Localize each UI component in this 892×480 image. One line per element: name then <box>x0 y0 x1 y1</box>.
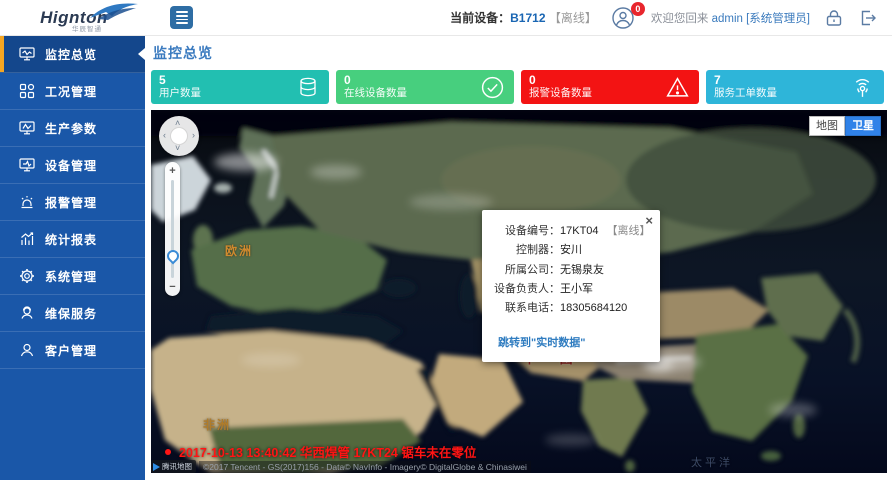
sidebar-item-label: 设备管理 <box>45 157 97 174</box>
current-device-status: 当前设备：B1712 【离线】 <box>450 9 597 26</box>
sidebar-item-label: 统计报表 <box>45 231 97 248</box>
welcome-message: 欢迎您回来 admin [系统管理员] <box>651 10 810 26</box>
sidebar-item-label: 维保服务 <box>45 305 97 322</box>
check-circle-icon <box>480 75 505 105</box>
sidebar-item-working-condition[interactable]: 工况管理 <box>0 73 145 110</box>
sidebar-nav: 监控总览 工况管理 生产参数 设备管理 报警管理 <box>0 36 145 480</box>
alarm-ticker: 2017-10-13 13:40:42 华西焊管 17KT24 锯车未在零位 <box>165 442 476 461</box>
header-right-area: 当前设备：B1712 【离线】 0 欢迎您回来 admin [系统管理员] <box>450 6 892 30</box>
zoom-slider-thumb[interactable] <box>164 248 181 265</box>
map-view-button[interactable]: 地图 <box>809 116 845 136</box>
popup-row-controller: 控制器： 安川 <box>490 241 650 260</box>
alarm-ticker-text: 2017-10-13 13:40:42 华西焊管 17KT24 锯车未在零位 <box>179 442 476 461</box>
alarm-icon <box>18 194 35 211</box>
alarm-bullet-icon <box>165 449 171 455</box>
database-icon <box>296 75 320 104</box>
user-notification-button[interactable]: 0 <box>611 6 637 30</box>
attribution-text: ©2017 Tencent - GS(2017)156 - Data© NavI… <box>199 461 531 473</box>
map-zoom-control[interactable]: + − <box>165 162 180 296</box>
sidebar-item-label: 生产参数 <box>45 120 97 137</box>
logged-in-user[interactable]: admin [系统管理员] <box>712 13 810 25</box>
stat-cards-row: 5 用户数量 0 在线设备数量 0 报警设备数量 <box>151 70 884 104</box>
monitor-overview-icon <box>18 46 35 63</box>
sidebar-item-monitor-overview[interactable]: 监控总览 <box>0 36 145 73</box>
lock-screen-button[interactable] <box>824 8 844 28</box>
popup-row-value: 17KT04 <box>560 222 599 241</box>
sidebar-item-system-manage[interactable]: 系统管理 <box>0 258 145 295</box>
device-manage-icon <box>18 157 35 174</box>
gear-icon <box>18 268 35 285</box>
broadcast-icon <box>850 75 875 105</box>
zoom-in-button[interactable]: + <box>165 164 180 178</box>
pan-center-button[interactable] <box>170 127 188 145</box>
popup-row-owner: 设备负责人： 王小军 <box>490 280 650 299</box>
popup-row-label: 设备负责人： <box>490 280 560 299</box>
map-pan-control[interactable]: ˄ ˅ ‹ › <box>159 116 199 156</box>
welcome-text: 欢迎您回来 <box>651 13 709 25</box>
popup-row-value: 王小军 <box>560 280 593 299</box>
stat-card-alarm-devices[interactable]: 0 报警设备数量 <box>521 70 699 104</box>
pan-down-icon[interactable]: ˅ <box>175 144 180 153</box>
map-attribution: 腾讯地图 ©2017 Tencent - GS(2017)156 - Data©… <box>151 460 531 473</box>
sidebar-item-label: 客户管理 <box>45 342 97 359</box>
pan-left-icon[interactable]: ‹ <box>163 131 166 140</box>
current-device-offline-status: 【离线】 <box>549 11 597 25</box>
dashboard-page: Hignton 华辰智通 当前设备：B1712 【离线】 0 欢迎您回来 adm… <box>0 0 892 480</box>
tencent-map-logo: 腾讯地图 <box>151 460 196 473</box>
stat-card-online-devices[interactable]: 0 在线设备数量 <box>336 70 514 104</box>
sidebar-item-label: 监控总览 <box>45 46 97 63</box>
sidebar-item-production-params[interactable]: 生产参数 <box>0 110 145 147</box>
grid-icon <box>18 83 35 100</box>
lock-icon <box>824 8 844 28</box>
current-device-label: 当前设备： <box>450 11 510 25</box>
satellite-map-canvas[interactable]: 欧洲 中 国 非洲 太平洋 ˄ ˅ ‹ › + − 地图 卫星 <box>151 110 887 473</box>
stat-card-users[interactable]: 5 用户数量 <box>151 70 329 104</box>
map-type-toggle: 地图 卫星 <box>809 116 881 136</box>
sidebar-item-label: 报警管理 <box>45 194 97 211</box>
popup-row-value: 无锡泉友 <box>560 261 604 280</box>
logo-subtext: 华辰智通 <box>72 23 102 33</box>
zoom-out-button[interactable]: − <box>165 280 180 294</box>
sidebar-item-alarm-manage[interactable]: 报警管理 <box>0 184 145 221</box>
popup-row-phone: 联系电话： 18305684120 <box>490 299 650 318</box>
pan-right-icon[interactable]: › <box>192 131 195 140</box>
customer-icon <box>18 342 35 359</box>
main-content: 监控总览 5 用户数量 0 在线设备数量 0 报警设备数量 <box>145 36 892 480</box>
popup-row-label: 所属公司： <box>490 261 560 280</box>
sidebar-item-stats-report[interactable]: 统计报表 <box>0 221 145 258</box>
stats-chart-icon <box>18 231 35 248</box>
top-header: Hignton 华辰智通 当前设备：B1712 【离线】 0 欢迎您回来 adm… <box>0 0 892 36</box>
warning-triangle-icon <box>665 75 690 105</box>
popup-row-value: 18305684120 <box>560 299 627 318</box>
logout-button[interactable] <box>858 8 878 28</box>
sidebar-item-device-manage[interactable]: 设备管理 <box>0 147 145 184</box>
current-device-id: B1712 <box>510 11 545 25</box>
popup-row-device-id: 设备编号： 17KT04 【离线】 <box>490 222 650 241</box>
notification-badge: 0 <box>631 2 645 16</box>
sidebar-item-customer-manage[interactable]: 客户管理 <box>0 332 145 369</box>
tencent-logo-icon <box>153 463 160 471</box>
popup-row-value: 安川 <box>560 241 582 260</box>
close-icon[interactable]: × <box>645 214 653 227</box>
popup-row-label: 设备编号： <box>490 222 560 241</box>
sidebar-item-label: 系统管理 <box>45 268 97 285</box>
stat-card-service-orders[interactable]: 7 服务工单数量 <box>706 70 884 104</box>
popup-row-company: 所属公司： 无锡泉友 <box>490 261 650 280</box>
sidebar-toggle-button[interactable] <box>170 6 193 29</box>
brand-logo: Hignton 华辰智通 <box>0 0 148 36</box>
maintenance-service-icon <box>18 305 35 322</box>
popup-row-status: 【离线】 <box>607 222 650 241</box>
sidebar-item-label: 工况管理 <box>45 83 97 100</box>
popup-row-label: 控制器： <box>490 241 560 260</box>
production-params-icon <box>18 120 35 137</box>
logout-icon <box>858 8 878 28</box>
sidebar-item-maintenance-service[interactable]: 维保服务 <box>0 295 145 332</box>
satellite-view-button[interactable]: 卫星 <box>845 116 881 136</box>
realtime-data-link[interactable]: 跳转到"实时数据" <box>498 334 585 350</box>
popup-row-label: 联系电话： <box>490 299 560 318</box>
tencent-logo-text: 腾讯地图 <box>162 461 192 472</box>
logo-swoosh-icon <box>88 2 140 22</box>
device-info-popup: × 设备编号： 17KT04 【离线】 控制器： 安川 所属公司： 无锡泉友 设… <box>482 210 660 362</box>
page-title: 监控总览 <box>153 43 884 63</box>
